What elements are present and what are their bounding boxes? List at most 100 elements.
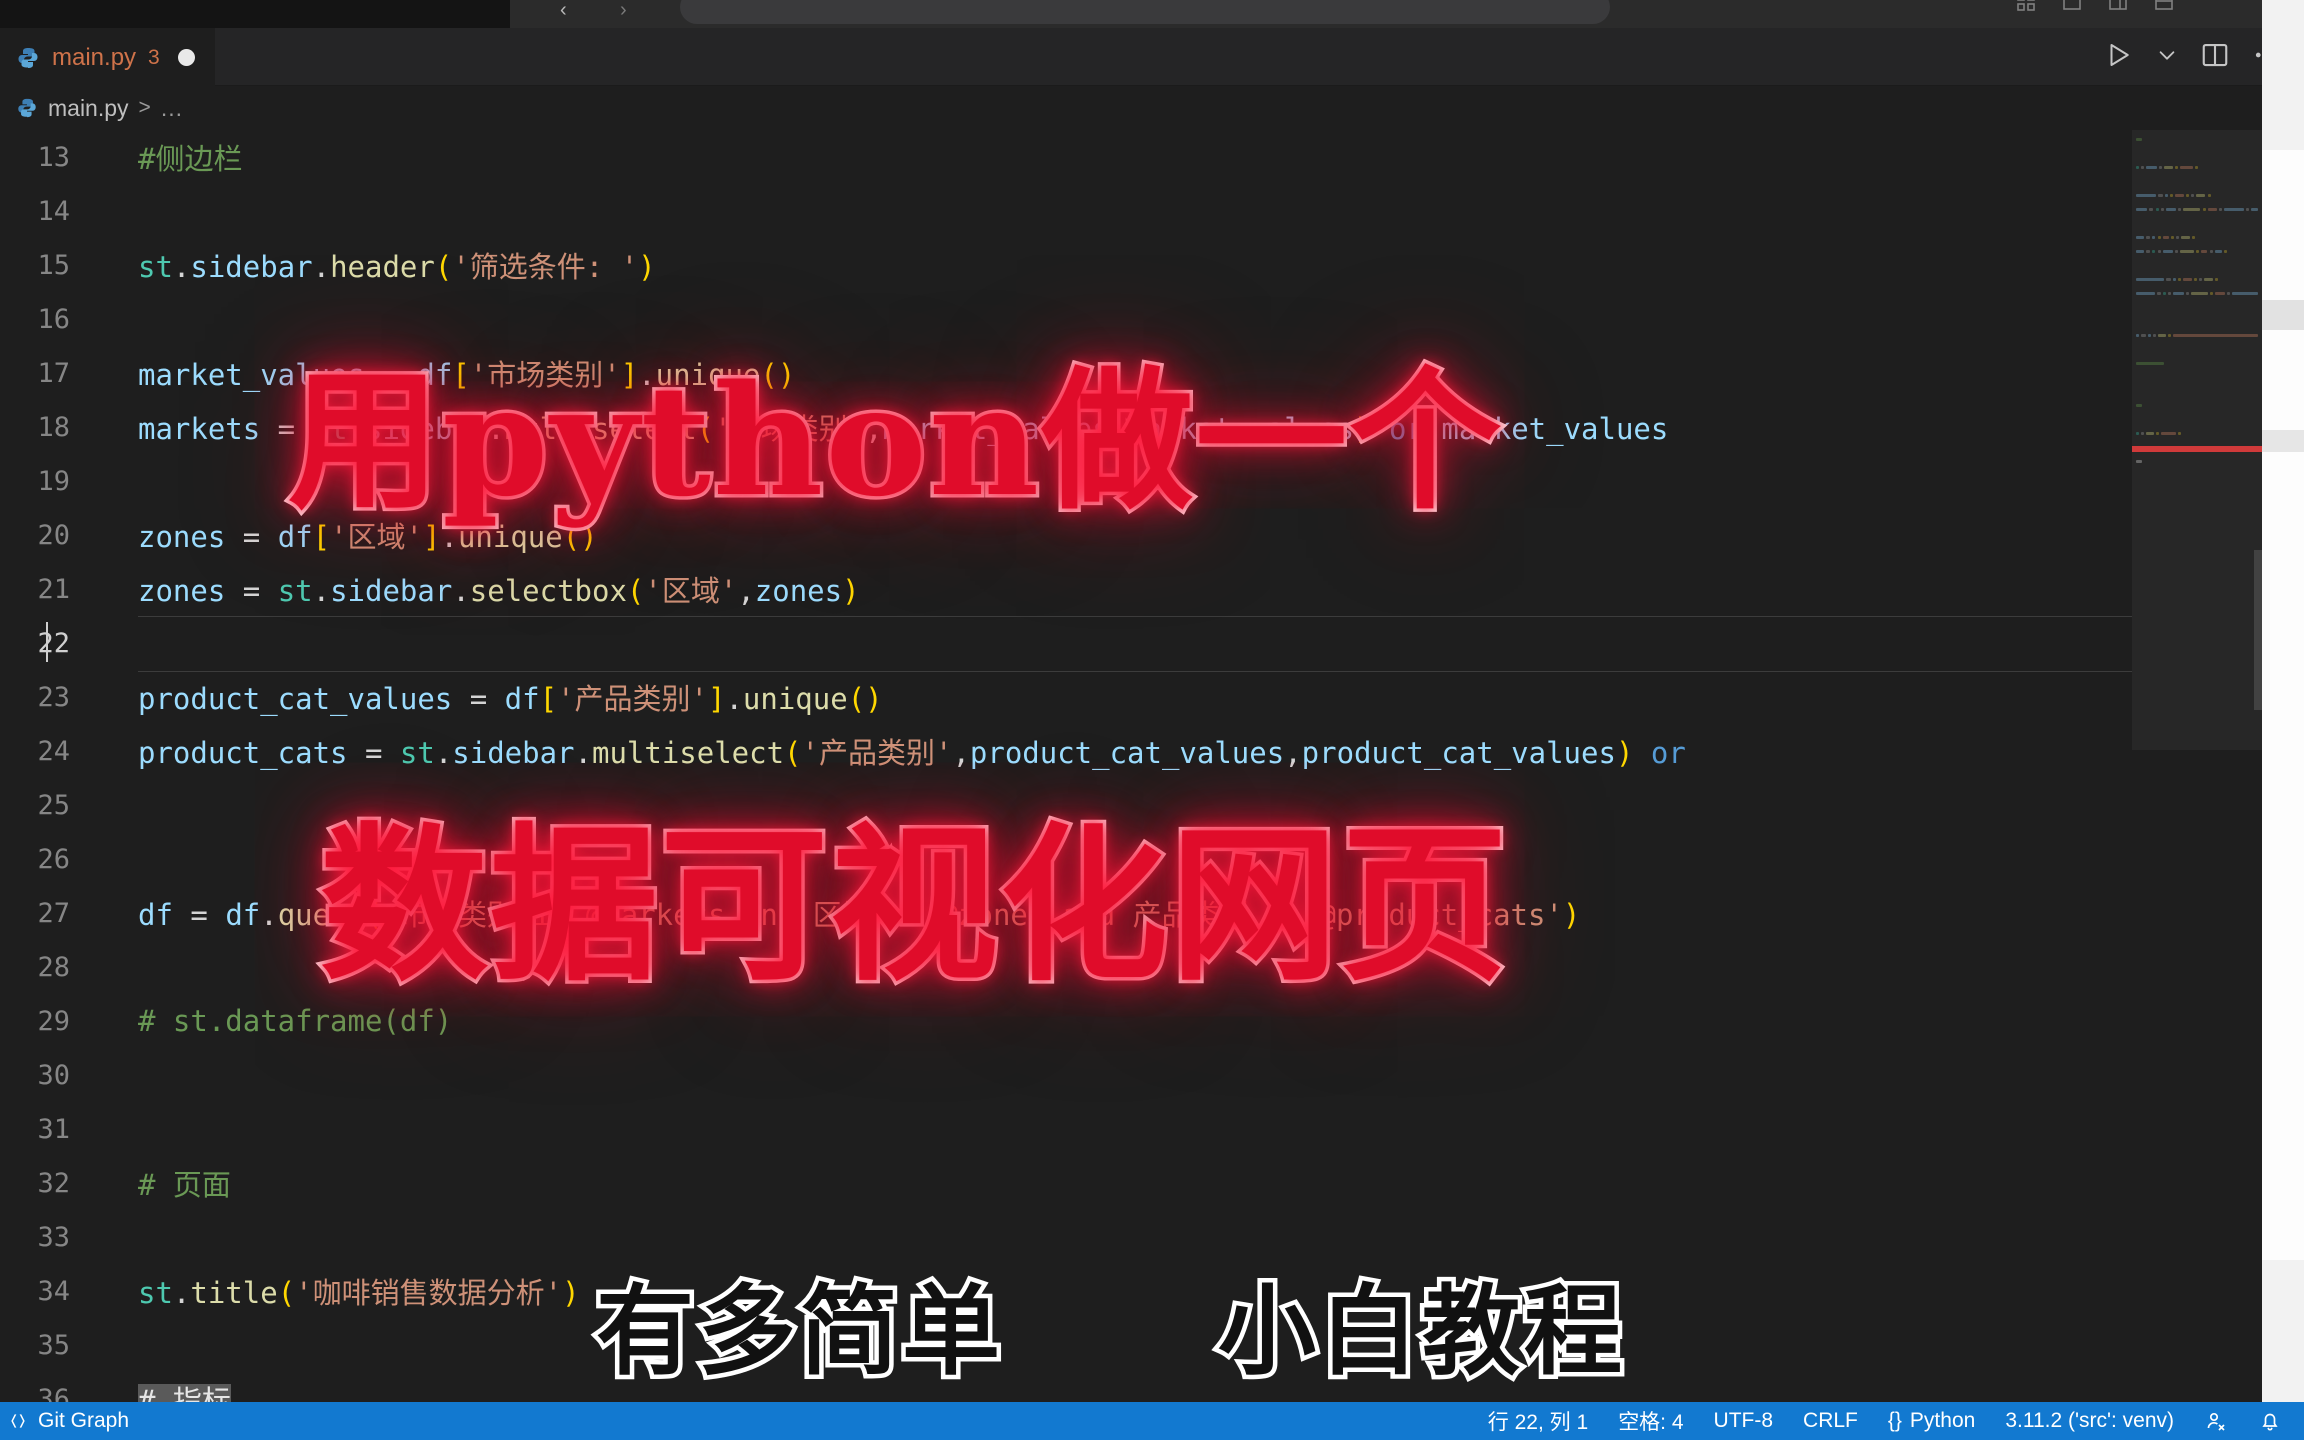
minimap-line [2167, 334, 2171, 337]
code-token: ) [1354, 412, 1372, 446]
code-token: query [277, 898, 366, 932]
nav-forward-icon[interactable]: › [620, 0, 627, 20]
code-line[interactable]: 35 [0, 1318, 2132, 1372]
code-token: sidebar [365, 412, 488, 446]
code-line[interactable]: 32 # 页面 [0, 1156, 2132, 1210]
tab-unsaved-dot[interactable] [177, 49, 195, 66]
code-token: market_values [138, 358, 365, 392]
code-line[interactable]: 28 [0, 940, 2132, 994]
code-token: '市场类别 in @markets and 区域 == @zones and 产… [382, 898, 1563, 932]
code-line[interactable]: 24 product_cats = st.sidebar.multiselect(… [0, 724, 2132, 778]
code-token: ] [707, 682, 726, 716]
notification-bell-icon[interactable] [2258, 1409, 2282, 1433]
minimap-line [2174, 194, 2185, 197]
status-encoding[interactable]: UTF-8 [1714, 1409, 1774, 1433]
code-line[interactable]: 16 [0, 292, 2132, 346]
status-language-mode[interactable]: {} Python [1888, 1409, 1975, 1433]
breadcrumb-overflow[interactable]: ... [161, 95, 183, 122]
code-token: '产品类别' [557, 682, 708, 716]
minimap-line [2209, 250, 2213, 253]
breadcrumb-file[interactable]: main.py [48, 95, 129, 122]
code-line[interactable]: 22 [0, 616, 2132, 672]
tab-main-py[interactable]: main.py 3 [0, 28, 215, 86]
minimap-line [2186, 194, 2190, 197]
code-line[interactable]: 15 st.sidebar.header('筛选条件: ') [0, 238, 2132, 292]
browser-chrome-strip: ‹ › [0, 0, 2304, 28]
minimap[interactable] [2132, 130, 2264, 1402]
code-line[interactable]: 26 [0, 832, 2132, 886]
minimap-line [2198, 278, 2202, 281]
line-number: 23 [37, 681, 70, 713]
status-cursor-position[interactable]: 行 22, 列 1 [1488, 1406, 1588, 1436]
line-number: 33 [37, 1221, 70, 1253]
code-line[interactable]: 21 zones = st.sidebar.selectbox('区域',zone… [0, 562, 2132, 616]
account-icon[interactable] [2204, 1409, 2228, 1433]
editor-action-bar [2104, 40, 2282, 70]
code-token: unique [655, 358, 761, 392]
window-icon[interactable] [2062, 0, 2082, 12]
minimap-line [2160, 208, 2164, 211]
minimap-line [2175, 236, 2179, 239]
chrome-toolbar-icons [2016, 0, 2174, 12]
status-eol[interactable]: CRLF [1803, 1409, 1858, 1433]
minimap-line [2180, 236, 2190, 239]
line-number: 19 [37, 465, 70, 497]
run-python-file-icon[interactable] [2104, 40, 2134, 70]
code-text: zones = st.sidebar.selectbox('区域',zones) [92, 568, 860, 610]
code-line[interactable]: 18 markets = st.sidebar.multiselect('市场类别… [0, 400, 2132, 454]
minimap-line [2175, 166, 2179, 169]
code-line[interactable]: 19 [0, 454, 2132, 508]
code-editor[interactable]: 13 #侧边栏 14 15 st.sidebar.header('筛选条件: ') 16 1… [0, 130, 2304, 1402]
code-line[interactable]: 34 st.title('咖啡销售数据分析') [0, 1264, 2132, 1318]
tab-problem-badge: 3 [148, 45, 160, 69]
minimap-line [2136, 250, 2144, 253]
code-token: df [225, 898, 261, 932]
grid-icon[interactable] [2016, 0, 2036, 12]
breadcrumb[interactable]: main.py > ... [0, 86, 2304, 130]
code-token: ) [842, 574, 860, 608]
minimap-line [2192, 236, 2196, 239]
line-number: 24 [37, 735, 70, 767]
panel-icon[interactable] [2108, 0, 2128, 12]
nav-back-icon[interactable]: ‹ [560, 0, 567, 20]
code-token: or [1633, 736, 1686, 770]
status-git-graph[interactable]: Git Graph [38, 1409, 129, 1433]
code-line[interactable]: 36 # 指标 [0, 1372, 2132, 1402]
line-number: 32 [37, 1167, 70, 1199]
code-token: = [452, 682, 505, 716]
code-text: product_cats = st.sidebar.multiselect('产… [92, 730, 1686, 772]
code-token: market_values [1441, 412, 1669, 446]
code-text: df = df.query('市场类别 in @markets and 区域 =… [92, 892, 1580, 934]
code-token: # st.dataframe(df) [138, 1004, 453, 1038]
code-line[interactable]: 33 [0, 1210, 2132, 1264]
code-line[interactable]: 20 zones = df['区域'].unique() [0, 508, 2132, 562]
code-line[interactable]: 25 [0, 778, 2132, 832]
line-number: 26 [37, 843, 70, 875]
layout-icon[interactable] [2154, 0, 2174, 12]
remote-window-icon[interactable] [8, 1411, 28, 1431]
minimap-line [2146, 432, 2154, 435]
split-editor-right-icon[interactable] [2200, 40, 2230, 70]
address-bar[interactable] [680, 0, 1610, 24]
code-line[interactable]: 29 # st.dataframe(df) [0, 994, 2132, 1048]
code-token: df [504, 682, 540, 716]
code-line[interactable]: 30 [0, 1048, 2132, 1102]
braces-icon: {} [1887, 1409, 1902, 1432]
code-line[interactable]: 27 df = df.query('市场类别 in @markets and 区域… [0, 886, 2132, 940]
status-python-interpreter[interactable]: 3.11.2 ('src': venv) [2005, 1409, 2174, 1433]
code-line[interactable]: 17 market_values = df['市场类别'].unique() [0, 346, 2132, 400]
code-token: , [952, 736, 970, 770]
minimap-line [2158, 166, 2162, 169]
code-line[interactable]: 23 product_cat_values = df['产品类别'].unique… [0, 670, 2132, 724]
code-line[interactable]: 14 [0, 184, 2132, 238]
minimap-line [2152, 334, 2156, 337]
minimap-line [2164, 194, 2168, 197]
code-line[interactable]: 31 [0, 1102, 2132, 1156]
code-token: . [487, 412, 505, 446]
status-indentation[interactable]: 空格: 4 [1618, 1406, 1683, 1436]
minimap-line [2223, 208, 2244, 211]
chevron-down-icon[interactable] [2156, 44, 2178, 66]
code-token: markets [138, 412, 261, 446]
code-line[interactable]: 13 #侧边栏 [0, 130, 2132, 184]
minimap-slider[interactable] [2132, 130, 2264, 750]
